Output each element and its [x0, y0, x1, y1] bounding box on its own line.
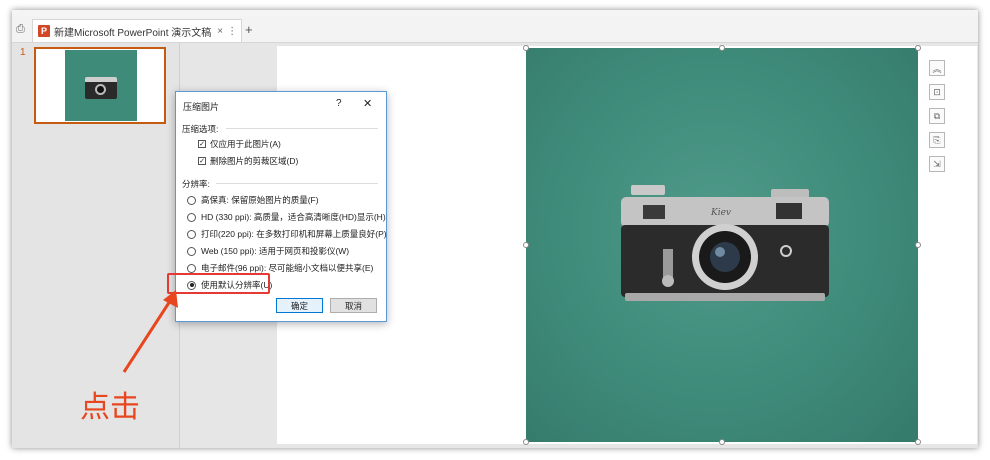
radio-circle: [187, 195, 196, 205]
click-annotation: 点击: [80, 390, 140, 425]
resize-handle[interactable]: [523, 439, 529, 445]
slide-number: 1: [20, 47, 26, 58]
floating-toolbar: ︽ ⊡ ⧉ ⎘ ⇲: [929, 60, 945, 180]
apply-only-checkbox[interactable]: ✓ 仅应用于此图片(A): [198, 138, 281, 150]
radio-label: Web (150 ppi): 适用于网页和投影仪(W): [201, 246, 350, 256]
dialog-title: 压缩图片: [183, 102, 220, 112]
radio-circle: [187, 246, 196, 256]
checkbox-box: ✓: [198, 157, 206, 165]
slide-thumbnail[interactable]: [34, 47, 166, 124]
radio-high-fidelity[interactable]: 高保真: 保留原始图片的质量(F): [187, 194, 319, 206]
radio-label: HD (330 ppi): 高质量，适合高清晰度(HD)显示(H): [201, 212, 386, 222]
tab-more-icon[interactable]: ⋮: [227, 26, 237, 37]
document-tab-title: 新建Microsoft PowerPoint 演示文稿: [54, 27, 212, 39]
tab-close-icon[interactable]: ×: [217, 26, 223, 37]
radio-circle: [187, 229, 196, 239]
ok-button[interactable]: 确定: [276, 298, 323, 313]
resize-handle[interactable]: [915, 45, 921, 51]
radio-circle: [187, 212, 196, 222]
resolution-label: 分辨率:: [182, 179, 210, 189]
thumbnail-camera-icon: [85, 77, 117, 99]
app-menu-icon[interactable]: ⎙: [16, 23, 25, 36]
help-icon[interactable]: ?: [336, 98, 342, 109]
camera-image: Kiev: [621, 185, 829, 301]
svg-text:Kiev: Kiev: [710, 208, 731, 218]
powerpoint-icon: P: [38, 25, 50, 37]
powerpoint-window: ⎙ P 新建Microsoft PowerPoint 演示文稿 × ⋮ + 1: [12, 10, 978, 448]
checkbox-box: ✓: [198, 140, 206, 148]
camera-photo[interactable]: Kiev: [526, 48, 918, 442]
radio-label: 高保真: 保留原始图片的质量(F): [201, 195, 319, 205]
close-icon[interactable]: ✕: [363, 97, 372, 110]
layer-icon[interactable]: ⧉: [929, 108, 945, 124]
divider: [216, 183, 378, 184]
divider: [226, 128, 378, 129]
cancel-button[interactable]: 取消: [330, 298, 377, 313]
new-tab-icon[interactable]: +: [245, 22, 253, 37]
compress-options-label: 压缩选项:: [182, 124, 219, 134]
radio-label: 打印(220 ppi): 在多数打印机和屏幕上质量良好(P): [201, 229, 387, 239]
annotation-arrow-icon: [122, 290, 178, 373]
copy-format-icon[interactable]: ⎘: [929, 132, 945, 148]
radio-circle: [187, 263, 196, 273]
delete-cropped-label: 删除图片的剪裁区域(D): [210, 156, 299, 166]
apply-only-label: 仅应用于此图片(A): [210, 139, 281, 149]
resize-handle[interactable]: [915, 242, 921, 248]
crop-frame-icon[interactable]: ⊡: [929, 84, 945, 100]
resize-icon[interactable]: ⇲: [929, 156, 945, 172]
resize-handle[interactable]: [523, 242, 529, 248]
resize-handle[interactable]: [523, 45, 529, 51]
thumbnail-lens: [95, 84, 106, 95]
resize-handle[interactable]: [915, 439, 921, 445]
tab-bar: ⎙ P 新建Microsoft PowerPoint 演示文稿 × ⋮ +: [12, 16, 978, 43]
delete-cropped-checkbox[interactable]: ✓ 删除图片的剪裁区域(D): [198, 155, 298, 167]
resize-handle[interactable]: [719, 45, 725, 51]
radio-web[interactable]: Web (150 ppi): 适用于网页和投影仪(W): [187, 245, 349, 257]
resize-handle[interactable]: [719, 439, 725, 445]
document-tab[interactable]: P 新建Microsoft PowerPoint 演示文稿 × ⋮: [32, 19, 242, 42]
thumbnail-photo: [65, 50, 137, 121]
radio-print[interactable]: 打印(220 ppi): 在多数打印机和屏幕上质量良好(P): [187, 228, 387, 240]
collapse-icon[interactable]: ︽: [929, 60, 945, 76]
radio-hd[interactable]: HD (330 ppi): 高质量，适合高清晰度(HD)显示(H): [187, 211, 386, 223]
